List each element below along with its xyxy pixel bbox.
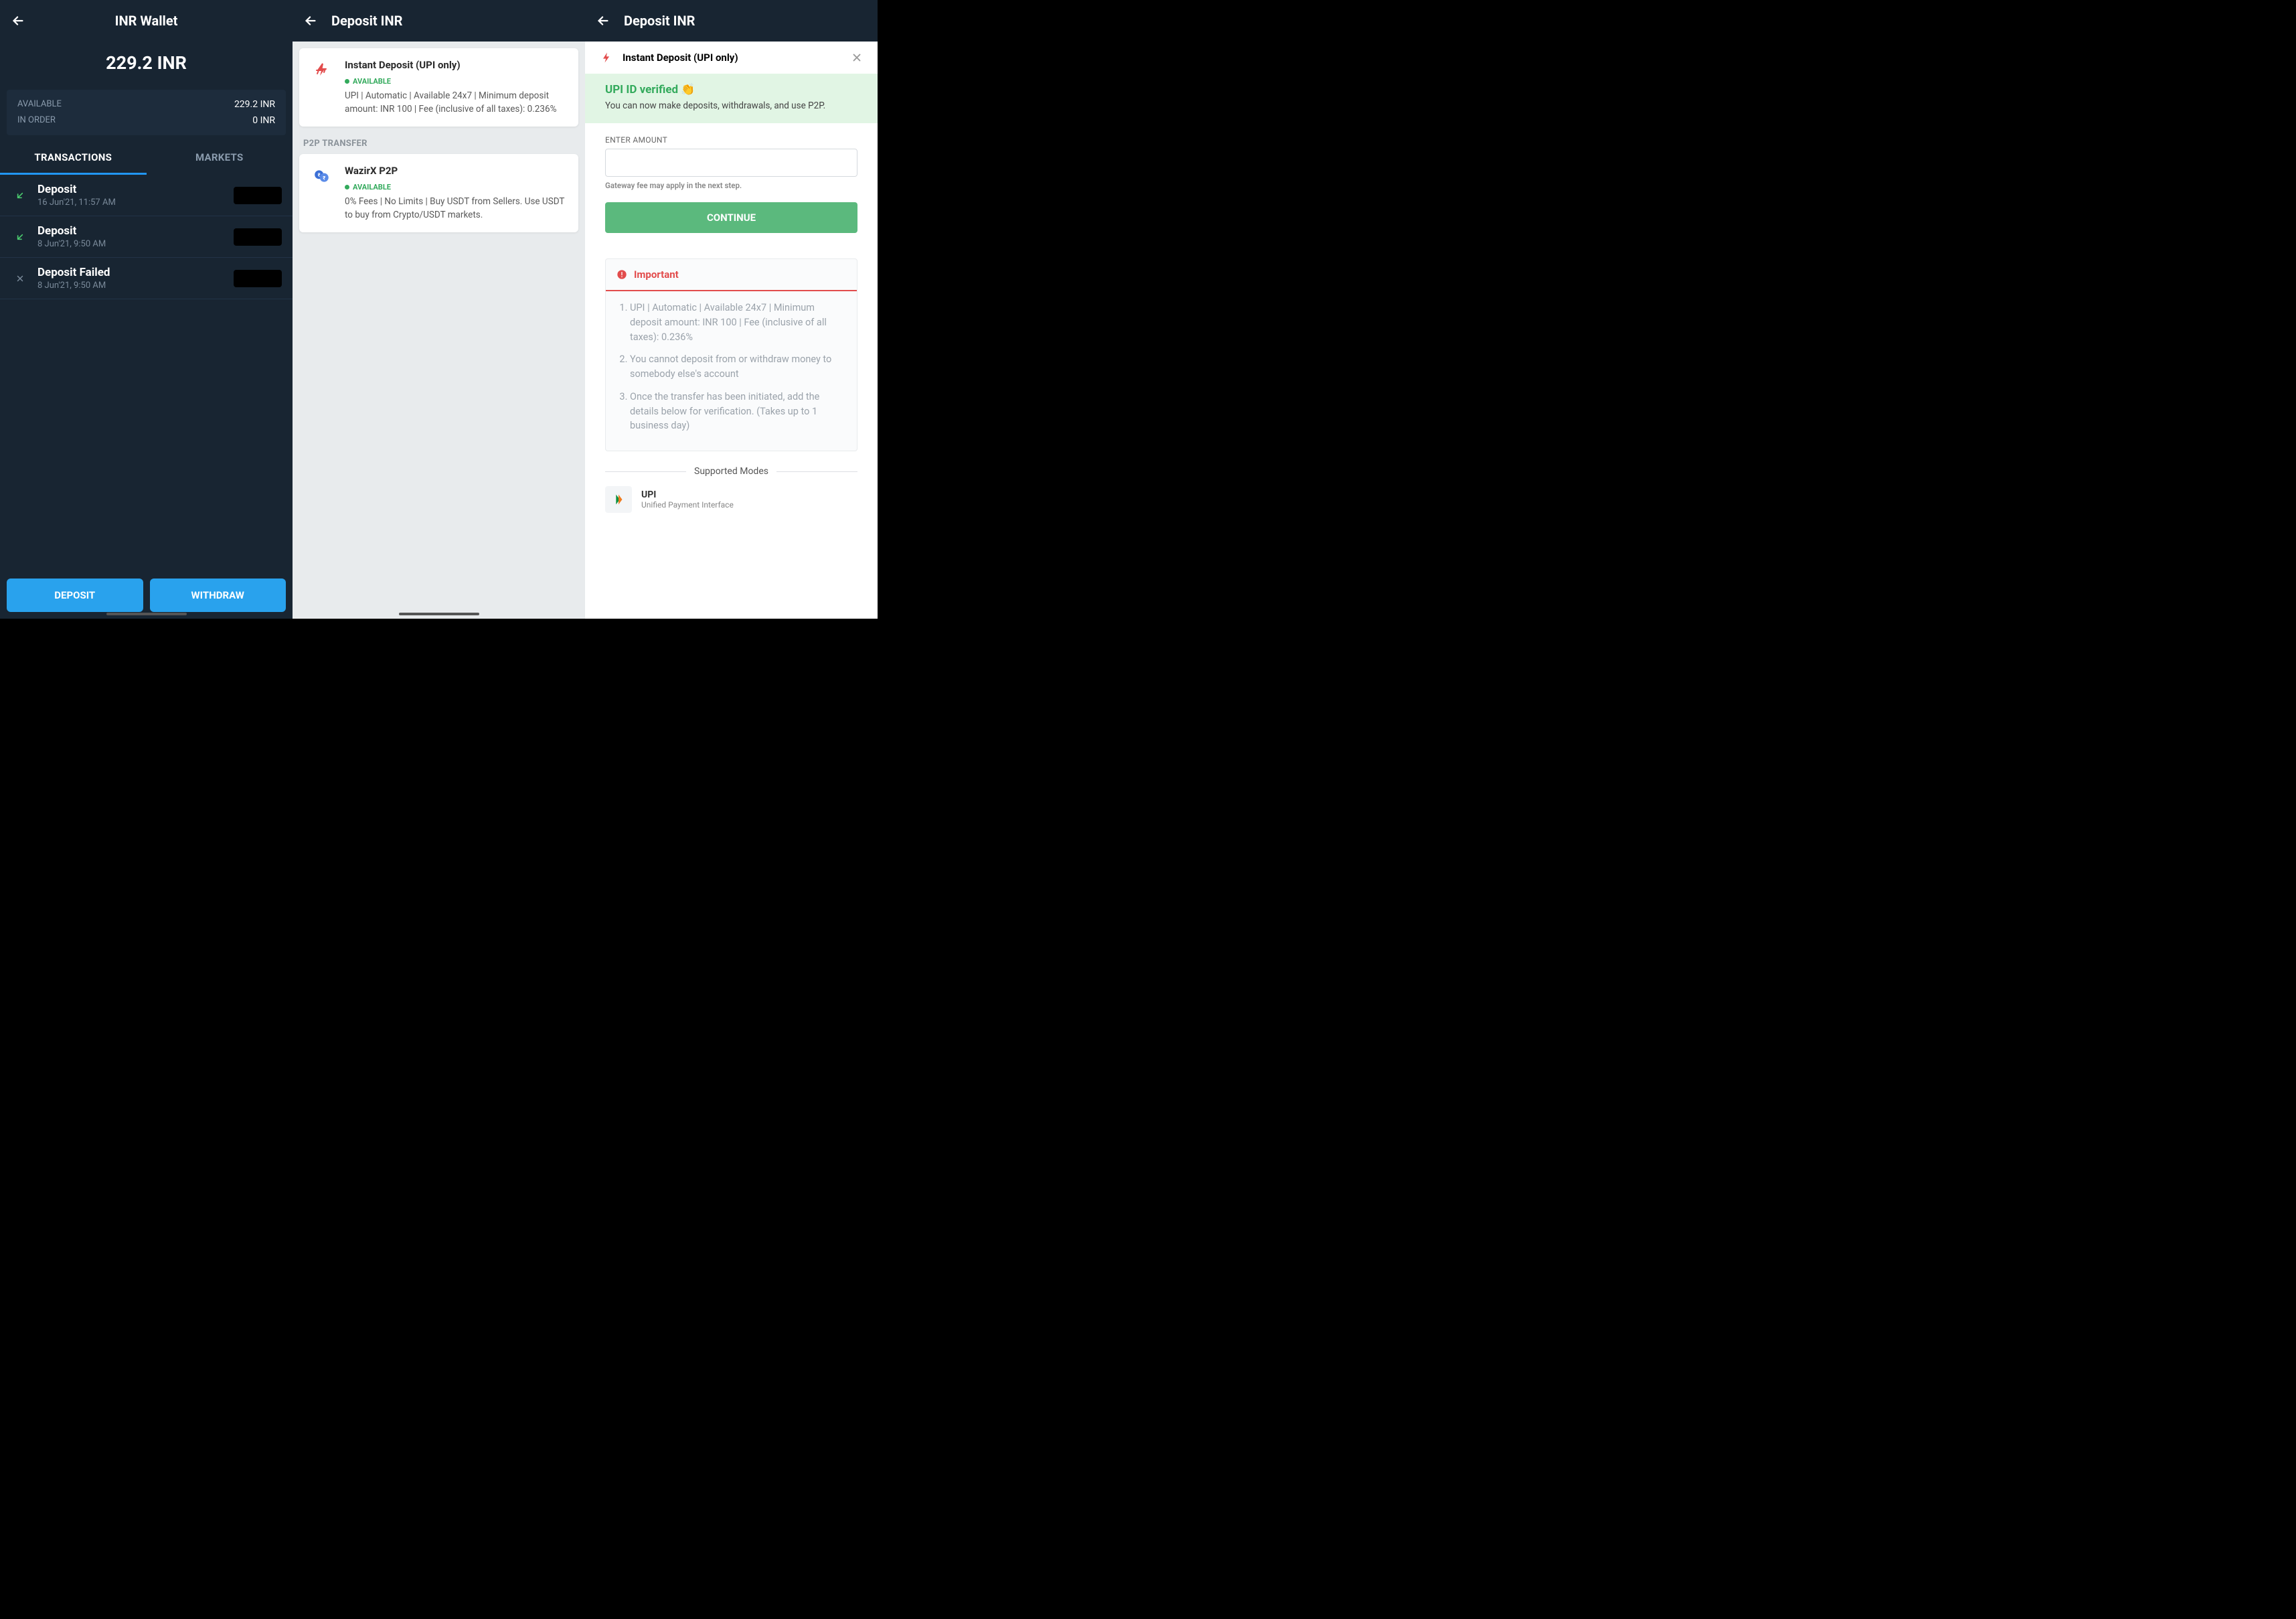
available-label: AVAILABLE bbox=[17, 99, 62, 110]
wallet-header: INR Wallet bbox=[0, 0, 293, 42]
tx-amount-redacted bbox=[234, 270, 282, 287]
tx-title: Deposit bbox=[37, 183, 234, 196]
important-item: You cannot deposit from or withdraw mone… bbox=[630, 352, 843, 382]
back-arrow-icon[interactable] bbox=[303, 13, 318, 28]
sheet-title: Instant Deposit (UPI only) bbox=[623, 52, 841, 64]
amount-label: ENTER AMOUNT bbox=[605, 135, 857, 145]
tab-markets[interactable]: MARKETS bbox=[147, 142, 293, 175]
tx-amount-redacted bbox=[234, 228, 282, 246]
mode-title: UPI bbox=[641, 489, 734, 500]
transaction-list: Deposit 16 Jun'21, 11:57 AM Deposit 8 Ju… bbox=[0, 175, 293, 572]
tx-date: 8 Jun'21, 9:50 AM bbox=[37, 281, 234, 291]
tab-transactions[interactable]: TRANSACTIONS bbox=[0, 142, 147, 175]
lightning-icon bbox=[600, 51, 613, 64]
deposit-button[interactable]: DEPOSIT bbox=[7, 579, 143, 612]
transaction-row[interactable]: Deposit 16 Jun'21, 11:57 AM bbox=[0, 175, 293, 216]
important-item: UPI | Automatic | Available 24x7 | Minim… bbox=[630, 301, 843, 344]
wallet-tabs: TRANSACTIONS MARKETS bbox=[0, 142, 293, 175]
p2p-icon: ₹₹ bbox=[310, 165, 334, 222]
instant-desc: UPI | Automatic | Available 24x7 | Minim… bbox=[345, 90, 568, 116]
deposit-header: Deposit INR bbox=[293, 0, 585, 42]
sheet-header: Instant Deposit (UPI only) bbox=[585, 42, 878, 74]
inorder-value: 0 INR bbox=[252, 115, 275, 126]
back-arrow-icon[interactable] bbox=[11, 13, 25, 28]
failed-x-icon bbox=[11, 274, 29, 283]
withdraw-button[interactable]: WITHDRAW bbox=[150, 579, 286, 612]
deposit-title: Deposit INR bbox=[624, 13, 695, 29]
alert-icon bbox=[617, 269, 627, 280]
p2p-title: WazirX P2P bbox=[345, 165, 568, 177]
tx-title: Deposit Failed bbox=[37, 266, 234, 279]
verified-title: UPI ID verified 👏 bbox=[605, 83, 857, 96]
deposit-arrow-icon bbox=[11, 190, 29, 201]
inorder-label: IN ORDER bbox=[17, 115, 56, 126]
supported-divider: Supported Modes bbox=[605, 466, 857, 477]
close-icon[interactable] bbox=[851, 52, 863, 64]
p2p-section-label: P2P TRANSFER bbox=[299, 132, 578, 154]
important-item: Once the transfer has been initiated, ad… bbox=[630, 390, 843, 433]
p2p-card[interactable]: ₹₹ WazirX P2P AVAILABLE 0% Fees | No Lim… bbox=[299, 154, 578, 232]
deposit-title: Deposit INR bbox=[331, 13, 402, 29]
amount-input[interactable] bbox=[605, 149, 857, 177]
tx-date: 16 Jun'21, 11:57 AM bbox=[37, 198, 234, 208]
verified-desc: You can now make deposits, withdrawals, … bbox=[605, 100, 857, 111]
status-available: AVAILABLE bbox=[345, 77, 391, 86]
transaction-row[interactable]: Deposit 8 Jun'21, 9:50 AM bbox=[0, 216, 293, 258]
instant-title: Instant Deposit (UPI only) bbox=[345, 59, 568, 71]
important-title: Important bbox=[634, 268, 679, 281]
instant-deposit-card[interactable]: Instant Deposit (UPI only) AVAILABLE UPI… bbox=[299, 48, 578, 127]
wallet-action-bar: DEPOSIT WITHDRAW bbox=[0, 572, 293, 619]
wallet-balance: 229.2 INR bbox=[0, 42, 293, 90]
p2p-desc: 0% Fees | No Limits | Buy USDT from Sell… bbox=[345, 196, 568, 222]
wallet-title: INR Wallet bbox=[115, 13, 178, 29]
continue-button[interactable]: CONTINUE bbox=[605, 202, 857, 233]
transaction-row[interactable]: Deposit Failed 8 Jun'21, 9:50 AM bbox=[0, 258, 293, 299]
back-arrow-icon[interactable] bbox=[596, 13, 610, 28]
verified-banner: UPI ID verified 👏 You can now make depos… bbox=[585, 74, 878, 123]
home-indicator bbox=[106, 613, 187, 615]
important-box: Important UPI | Automatic | Available 24… bbox=[605, 258, 857, 451]
deposit-arrow-icon bbox=[11, 232, 29, 242]
mode-subtitle: Unified Payment Interface bbox=[641, 500, 734, 510]
home-indicator bbox=[399, 613, 479, 615]
balance-card: AVAILABLE 229.2 INR IN ORDER 0 INR bbox=[7, 90, 286, 135]
deposit-header: Deposit INR bbox=[585, 0, 878, 42]
available-value: 229.2 INR bbox=[234, 99, 275, 110]
status-available: AVAILABLE bbox=[345, 183, 391, 191]
lightning-icon bbox=[310, 59, 334, 116]
upi-icon bbox=[605, 486, 632, 513]
important-list: UPI | Automatic | Available 24x7 | Minim… bbox=[606, 291, 857, 451]
svg-text:₹: ₹ bbox=[323, 175, 325, 181]
amount-hint: Gateway fee may apply in the next step. bbox=[605, 181, 857, 190]
wallet-panel: INR Wallet 229.2 INR AVAILABLE 229.2 INR… bbox=[0, 0, 293, 619]
tx-date: 8 Jun'21, 9:50 AM bbox=[37, 239, 234, 249]
deposit-methods-panel: Deposit INR Instant Deposit (UPI only) A… bbox=[293, 0, 585, 619]
tx-title: Deposit bbox=[37, 224, 234, 238]
deposit-form-panel: Deposit INR Instant Deposit (UPI only) U… bbox=[585, 0, 878, 619]
tx-amount-redacted bbox=[234, 187, 282, 204]
mode-upi: UPI Unified Payment Interface bbox=[585, 486, 878, 526]
supported-label: Supported Modes bbox=[694, 466, 768, 477]
svg-text:₹: ₹ bbox=[318, 172, 321, 178]
